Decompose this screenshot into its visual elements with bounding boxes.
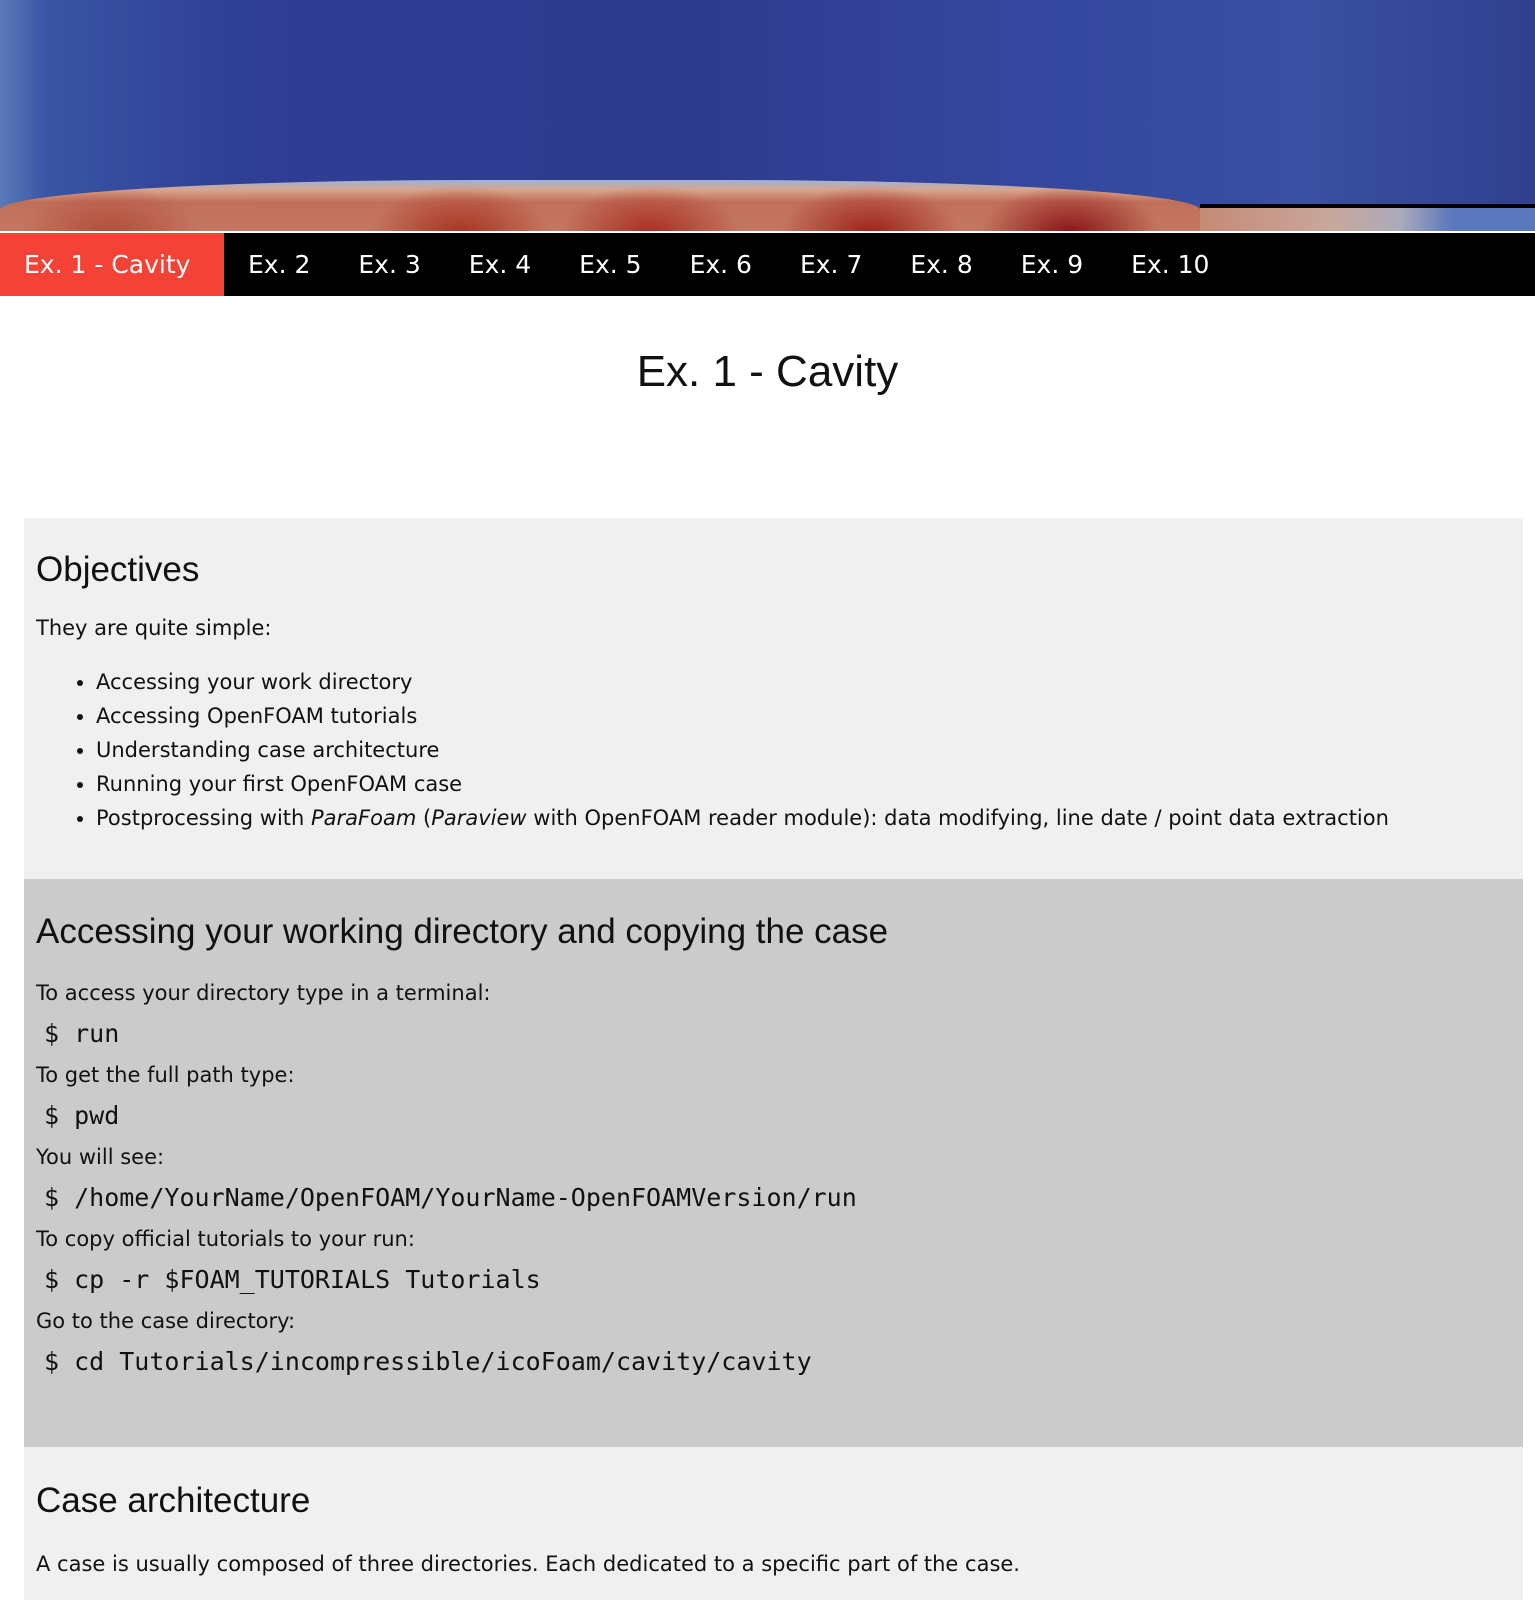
tab-ex3[interactable]: Ex. 3 <box>334 233 444 296</box>
objectives-section: Objectives They are quite simple: Access… <box>24 518 1523 879</box>
exercise-nav: Ex. 1 - Cavity Ex. 2 Ex. 3 Ex. 4 Ex. 5 E… <box>0 233 1535 296</box>
text: Postprocessing with <box>96 806 312 830</box>
access-directory-section: Accessing your working directory and cop… <box>24 879 1523 1447</box>
text: ( <box>416 806 432 830</box>
step-text: Go to the case directory: <box>36 1309 296 1333</box>
paraview-emphasis: Paraview <box>431 806 527 830</box>
page-title: Ex. 1 - Cavity <box>636 347 899 396</box>
access-heading: Accessing your working directory and cop… <box>36 912 889 951</box>
objectives-list: Accessing your work directory Accessing … <box>36 665 1511 835</box>
architecture-text: A case is usually composed of three dire… <box>36 1552 1020 1576</box>
code-command: $ run <box>44 1019 120 1048</box>
objectives-intro: They are quite simple: <box>36 616 272 640</box>
parafoam-emphasis: ParaFoam <box>311 806 417 830</box>
code-command: $ cp -r $FOAM_TUTORIALS Tutorials <box>44 1265 541 1294</box>
code-command: $ pwd <box>44 1101 120 1130</box>
tab-ex6[interactable]: Ex. 6 <box>666 233 776 296</box>
case-architecture-section: Case architecture A case is usually comp… <box>24 1447 1523 1600</box>
list-item: Accessing your work directory <box>96 665 1511 699</box>
list-item: Postprocessing with ParaFoam (Paraview w… <box>96 801 1511 835</box>
step-text: You will see: <box>36 1145 165 1169</box>
tab-ex1-cavity[interactable]: Ex. 1 - Cavity <box>0 233 224 296</box>
architecture-heading: Case architecture <box>36 1481 311 1520</box>
tab-ex2[interactable]: Ex. 2 <box>224 233 334 296</box>
step-text: To access your directory type in a termi… <box>36 981 491 1005</box>
list-item: Accessing OpenFOAM tutorials <box>96 699 1511 733</box>
tab-ex4[interactable]: Ex. 4 <box>445 233 555 296</box>
list-item: Running your first OpenFOAM case <box>96 767 1511 801</box>
code-command: $ cd Tutorials/incompressible/icoFoam/ca… <box>44 1347 812 1376</box>
step-text: To get the full path type: <box>36 1063 295 1087</box>
list-item: Understanding case architecture <box>96 733 1511 767</box>
step-text: To copy official tutorials to your run: <box>36 1227 415 1251</box>
header-banner-image <box>0 0 1535 231</box>
tab-ex7[interactable]: Ex. 7 <box>776 233 886 296</box>
tab-ex8[interactable]: Ex. 8 <box>886 233 996 296</box>
text: with OpenFOAM reader module): data modif… <box>526 806 1389 830</box>
code-command: $ /home/YourName/OpenFOAM/YourName-OpenF… <box>44 1183 857 1212</box>
objectives-heading: Objectives <box>36 550 200 589</box>
tab-ex10[interactable]: Ex. 10 <box>1107 233 1233 296</box>
tab-ex5[interactable]: Ex. 5 <box>555 233 665 296</box>
tab-ex9[interactable]: Ex. 9 <box>997 233 1107 296</box>
